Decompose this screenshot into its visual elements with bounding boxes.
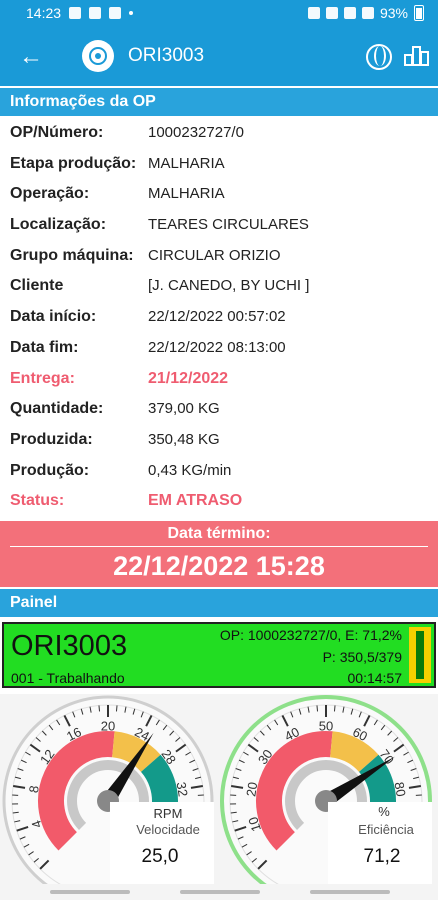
termino-value: 22/12/2022 15:28 <box>113 551 325 581</box>
info-row-value: 379,00 KG <box>148 400 220 418</box>
info-row-label: Cliente <box>10 277 64 295</box>
gauge-tick-label: 80 <box>392 781 409 798</box>
gauges-panel: 481216202428323640 RPM Velocidade 25,0 1… <box>0 694 438 890</box>
machine-production: P: 350,5/379 <box>322 649 402 665</box>
info-row: Data início: 22/12/2022 00:57:02 <box>0 302 438 333</box>
back-arrow-icon[interactable]: ← <box>16 42 46 72</box>
info-section-header: Informações da OP <box>0 88 438 116</box>
info-row: Data fim: 22/12/2022 08:13:00 <box>0 333 438 364</box>
info-row-label: OP/Número: <box>10 124 104 141</box>
system-nav-bar <box>0 884 438 900</box>
machine-status-indicator <box>409 627 431 683</box>
termino-label: Data término: <box>167 525 271 542</box>
painel-section-header: Painel <box>0 589 438 617</box>
speed-gauge-label: Velocidade <box>136 822 200 837</box>
info-row-value: 350,48 KG <box>148 430 220 448</box>
info-row: Produzida: 350,48 KG <box>0 425 438 456</box>
efficiency-gauge-unit: % <box>378 804 390 819</box>
app-logo-icon <box>82 40 114 72</box>
info-row-value: MALHARIA <box>148 154 225 172</box>
speed-gauge: 481216202428323640 RPM Velocidade 25,0 <box>2 695 214 890</box>
info-row-value: CIRCULAR ORIZIO <box>148 246 281 264</box>
info-row-value: 0,43 KG/min <box>148 461 232 479</box>
info-row-value: 22/12/2022 08:13:00 <box>148 338 286 356</box>
info-row-value: TEARES CIRCULARES <box>148 216 309 234</box>
gauge-band-green <box>140 754 178 807</box>
signal-icon <box>361 7 374 19</box>
machine-card[interactable]: ORI3003 001 - Trabalhando OP: 1000232727… <box>2 622 436 688</box>
info-row-value: [J. CANEDO, BY UCHI ] <box>148 277 310 295</box>
mail-icon <box>109 7 122 19</box>
machine-time: 00:14:57 <box>347 670 403 686</box>
info-row-label: Produzida: <box>10 430 93 448</box>
info-row: Etapa produção: MALHARIA <box>0 149 438 180</box>
termino-divider <box>10 546 428 547</box>
status-bar-left: 14:23 <box>26 5 134 21</box>
gauge-minor-tick <box>115 705 118 712</box>
nav-recents-button[interactable] <box>50 890 130 894</box>
info-row-value: 1000232727/0 <box>148 124 244 141</box>
bar-chart-icon[interactable] <box>404 44 429 68</box>
gauge-tick-label: 32 <box>174 781 191 798</box>
info-row-label: Data início: <box>10 308 97 326</box>
info-row-label: Produção: <box>10 461 90 479</box>
machine-status: 001 - Trabalhando <box>11 670 125 686</box>
nav-home-button[interactable] <box>180 890 260 894</box>
info-row-label: Status: <box>10 492 65 510</box>
info-row: Localização: TEARES CIRCULARES <box>0 210 438 241</box>
info-row-value: 21/12/2022 <box>148 369 229 387</box>
alarm-icon <box>307 7 320 19</box>
info-row: OP/Número: 1000232727/0 <box>0 118 438 149</box>
efficiency-gauge-value: 71,2 <box>364 846 401 867</box>
info-row-value: MALHARIA <box>148 185 225 203</box>
info-row-label: Localização: <box>10 216 107 234</box>
efficiency-gauge-label: Eficiência <box>358 822 414 837</box>
info-row-label: Operação: <box>10 185 90 203</box>
speed-gauge-value: 25,0 <box>142 846 179 867</box>
gauge-tick-label: 20 <box>101 718 115 733</box>
globe-icon[interactable] <box>366 44 392 70</box>
gauge-minor-tick <box>333 705 336 712</box>
image-icon <box>69 7 82 19</box>
info-list: OP/Número: 1000232727/0 Etapa produção: MAL… <box>0 118 438 517</box>
info-row: Entrega: 21/12/2022 <box>0 364 438 395</box>
app-bar: ← ORI3003 <box>0 28 438 86</box>
speed-gauge-unit: RPM <box>154 806 183 821</box>
info-row-label: Grupo máquina: <box>10 246 134 264</box>
notification-icon <box>89 7 102 19</box>
info-row: Status: EM ATRASO <box>0 486 438 517</box>
info-row-value: EM ATRASO <box>148 492 243 510</box>
info-row: Operação: MALHARIA <box>0 179 438 210</box>
info-row: Quantidade: 379,00 KG <box>0 394 438 425</box>
nav-back-button[interactable] <box>310 890 390 894</box>
gauge-minor-tick <box>316 705 319 712</box>
status-bar: 14:23 93% <box>0 0 438 28</box>
info-row: Produção: 0,43 KG/min <box>0 456 438 487</box>
info-row-value: 22/12/2022 00:57:02 <box>148 308 286 326</box>
gauge-minor-tick <box>98 705 101 712</box>
termino-banner: Data término: 22/12/2022 15:28 <box>0 521 438 587</box>
info-row-label: Data fim: <box>10 338 79 356</box>
wifi-icon <box>343 7 356 19</box>
battery-percent: 93% <box>379 5 408 21</box>
info-row: Cliente [J. CANEDO, BY UCHI ] <box>0 271 438 302</box>
status-bar-right: 93% <box>307 5 424 21</box>
info-row: Grupo máquina: CIRCULAR ORIZIO <box>0 241 438 272</box>
gauge-tick-label: 20 <box>243 781 260 798</box>
clock-text: 14:23 <box>26 5 62 21</box>
efficiency-gauge: 102030405060708090100 % Eficiência 71,2 <box>220 695 432 890</box>
machine-op: OP: 1000232727/0, E: 71,2% <box>219 627 402 643</box>
mute-icon <box>325 7 338 19</box>
app-title: ORI3003 <box>128 45 205 66</box>
gauge-tick-label: 50 <box>319 718 333 733</box>
more-dot-icon <box>129 11 134 15</box>
info-row-label: Etapa produção: <box>10 154 137 172</box>
info-row-label: Entrega: <box>10 369 75 387</box>
info-row-label: Quantidade: <box>10 400 104 418</box>
machine-name: ORI3003 <box>11 630 128 662</box>
battery-icon <box>414 5 424 21</box>
